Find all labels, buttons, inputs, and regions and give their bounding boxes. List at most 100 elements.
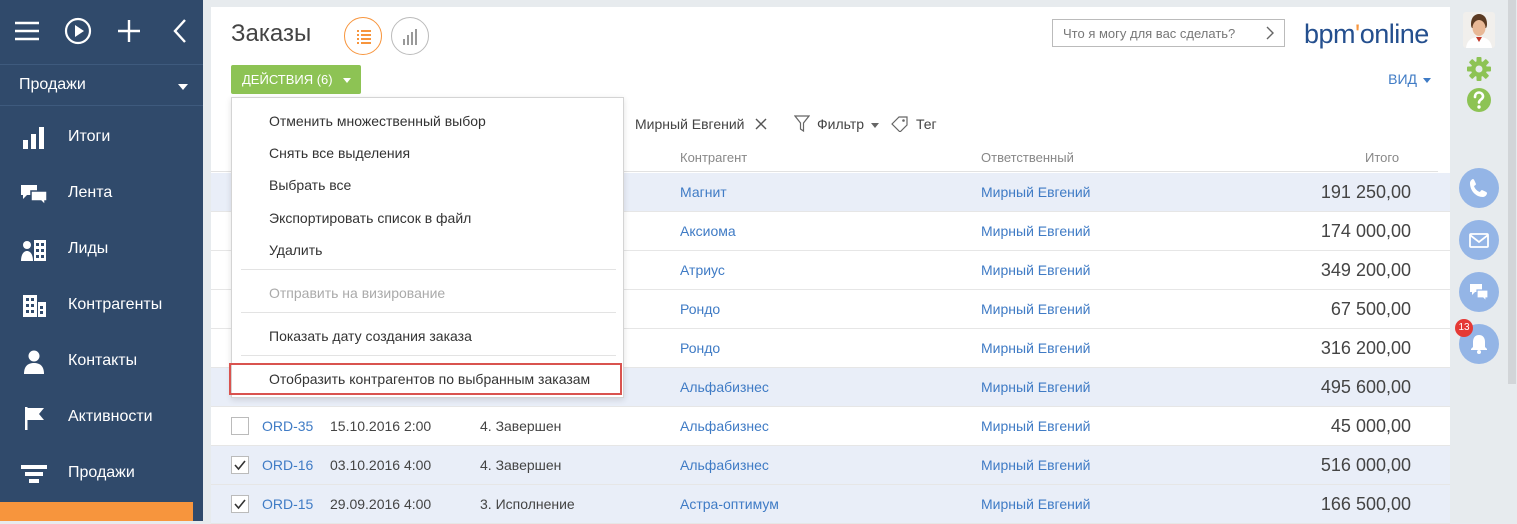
order-total: 67 500,00: [1330, 299, 1411, 319]
command-line-input[interactable]: Что я могу для вас сделать?: [1052, 19, 1285, 47]
column-header-owner[interactable]: Ответственный: [981, 150, 1074, 165]
notification-count-badge: 13: [1455, 319, 1473, 337]
play-process-icon[interactable]: [61, 14, 95, 48]
workplace-selector[interactable]: Продажи: [0, 64, 203, 106]
bell-icon: [1471, 335, 1487, 354]
checkmark-icon: [234, 499, 246, 510]
order-total: 45 000,00: [1330, 416, 1411, 436]
view-options-button[interactable]: ВИД: [1388, 71, 1431, 87]
phone-button[interactable]: [1459, 168, 1499, 208]
chevron-down-icon: [343, 78, 351, 83]
funnel-icon: [21, 465, 47, 483]
close-icon[interactable]: [754, 117, 768, 131]
owner-filter-tag[interactable]: Мирный Евгений: [635, 116, 745, 132]
building-icon: [23, 295, 46, 317]
actions-button[interactable]: ДЕЙСТВИЯ (6): [231, 65, 361, 94]
owner-link[interactable]: Мирный Евгений: [981, 223, 1091, 239]
nav-item-feed[interactable]: Лента: [0, 166, 203, 222]
account-link[interactable]: Астра-оптимум: [680, 496, 779, 512]
feed-icon: [21, 185, 48, 207]
account-link[interactable]: Рондо: [680, 301, 720, 317]
chat-icon: [1470, 284, 1489, 302]
table-row[interactable]: ORD-15 29.09.2016 4:00 3. Исполнение Астра-…: [211, 485, 1450, 524]
owner-link[interactable]: Мирный Евгений: [981, 301, 1091, 317]
nav-item-totals[interactable]: Итоги: [0, 110, 203, 166]
menu-icon[interactable]: [10, 14, 44, 48]
tag-icon[interactable]: [891, 116, 909, 132]
left-sidebar: Продажи Итоги Лента Лиды Контрагенты Кон…: [0, 0, 203, 521]
nav-label: Итоги: [68, 128, 111, 145]
owner-link[interactable]: Мирный Евгений: [981, 457, 1091, 473]
scrollbar-thumb[interactable]: [1508, 0, 1516, 384]
menu-item-send-for-approval: Отправить на визирование: [269, 285, 446, 301]
menu-item-select-all[interactable]: Выбрать все: [232, 171, 625, 197]
owner-link[interactable]: Мирный Евгений: [981, 262, 1091, 278]
account-link[interactable]: Альфабизнес: [680, 418, 769, 434]
phone-icon: [1470, 179, 1487, 197]
menu-separator: [241, 269, 616, 270]
account-link[interactable]: Рондо: [680, 340, 720, 356]
nav-item-activities[interactable]: Активности: [0, 390, 203, 446]
list-view-button[interactable]: [344, 17, 382, 55]
avatar[interactable]: [1463, 12, 1495, 48]
email-button[interactable]: [1459, 220, 1499, 260]
order-number-link[interactable]: ORD-15: [262, 496, 313, 512]
list-icon: [357, 30, 371, 44]
nav-item-accounts[interactable]: Контрагенты: [0, 278, 203, 334]
tag-button[interactable]: Тег: [916, 116, 937, 132]
owner-link[interactable]: Мирный Евгений: [981, 418, 1091, 434]
filter-icon[interactable]: [794, 115, 810, 133]
highlighted-menu-item-frame: [229, 363, 622, 395]
sidebar-top-toolbar: [0, 0, 203, 64]
row-checkbox[interactable]: [231, 495, 249, 513]
order-total: 349 200,00: [1320, 260, 1411, 280]
chevron-down-icon: [178, 84, 188, 90]
menu-separator: [241, 312, 616, 313]
account-link[interactable]: Альфабизнес: [680, 379, 769, 395]
workplace-label: Продажи: [19, 76, 86, 93]
order-date: 03.10.2016 4:00: [330, 457, 432, 473]
account-link[interactable]: Магнит: [680, 184, 727, 200]
chevron-right-icon[interactable]: [1263, 25, 1277, 41]
flag-icon: [25, 407, 44, 430]
nav-label: Лиды: [68, 240, 109, 257]
order-number-link[interactable]: ORD-16: [262, 457, 313, 473]
order-total: 316 200,00: [1320, 338, 1411, 358]
nav-label: Лента: [68, 184, 113, 201]
owner-link[interactable]: Мирный Евгений: [981, 184, 1091, 200]
nav-item-active-highlight[interactable]: [0, 502, 193, 521]
nav-item-contacts[interactable]: Контакты: [0, 334, 203, 390]
table-row[interactable]: ORD-35 15.10.2016 2:00 4. Завершен Альфабиз…: [211, 407, 1450, 446]
chat-button[interactable]: [1459, 272, 1499, 312]
page-title: Заказы: [231, 20, 312, 47]
filter-button[interactable]: Фильтр: [817, 116, 864, 132]
owner-link[interactable]: Мирный Евгений: [981, 340, 1091, 356]
column-header-account[interactable]: Контрагент: [680, 150, 747, 165]
row-checkbox[interactable]: [231, 456, 249, 474]
menu-item-export-list[interactable]: Экспортировать список в файл: [232, 204, 625, 230]
table-row[interactable]: ORD-16 03.10.2016 4:00 4. Завершен Альфабиз…: [211, 446, 1450, 485]
account-link[interactable]: Альфабизнес: [680, 457, 769, 473]
nav-item-leads[interactable]: Лиды: [0, 222, 203, 278]
menu-item-delete[interactable]: Удалить: [232, 236, 625, 262]
chevron-down-icon: [1423, 77, 1431, 83]
bpmonline-logo: bpm'online: [1304, 19, 1429, 49]
nav-item-sales[interactable]: Продажи: [0, 446, 203, 502]
order-number-link[interactable]: ORD-35: [262, 418, 313, 434]
menu-item-show-creation-date[interactable]: Показать дату создания заказа: [232, 322, 625, 348]
actions-label: ДЕЙСТВИЯ (6): [242, 72, 333, 87]
owner-link[interactable]: Мирный Евгений: [981, 496, 1091, 512]
owner-link[interactable]: Мирный Евгений: [981, 379, 1091, 395]
help-icon[interactable]: [1465, 86, 1493, 114]
column-header-total[interactable]: Итого: [1365, 150, 1399, 165]
account-link[interactable]: Аксиома: [680, 223, 736, 239]
account-link[interactable]: Атриус: [680, 262, 725, 278]
collapse-icon[interactable]: [163, 14, 197, 48]
order-date: 29.09.2016 4:00: [330, 496, 432, 512]
menu-item-cancel-multiselect[interactable]: Отменить множественный выбор: [232, 107, 625, 133]
analytics-view-button[interactable]: [391, 17, 429, 55]
row-checkbox[interactable]: [231, 417, 249, 435]
gear-icon[interactable]: [1465, 55, 1493, 83]
add-icon[interactable]: [112, 14, 146, 48]
menu-item-clear-selection[interactable]: Снять все выделения: [232, 139, 625, 165]
